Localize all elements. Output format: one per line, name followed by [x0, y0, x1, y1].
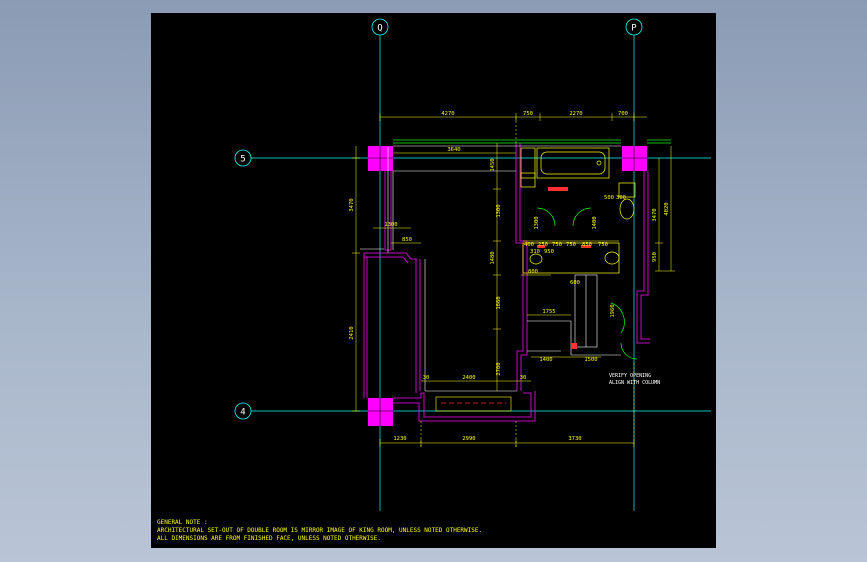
column-q5 — [368, 146, 393, 171]
grid-label-q: Q — [377, 24, 382, 34]
dim-small-1: 500 — [604, 195, 614, 201]
dim-vanity-1: 400 — [524, 242, 534, 248]
column-p5 — [622, 146, 647, 171]
dim-vanity-6: 750 — [598, 242, 608, 248]
dim-vanity-sub-1: 800 — [528, 269, 538, 275]
grid-label-p: P — [631, 24, 637, 34]
dim-small-4: 310 — [530, 249, 540, 255]
grid-label-4: 4 — [240, 408, 245, 418]
dim-corridor-2: 850 — [402, 237, 412, 243]
dim-lower-3: 30 — [520, 375, 527, 381]
dim-lower-2: 2400 — [462, 375, 475, 381]
dim-bottom-2: 2990 — [462, 436, 475, 442]
dim-small-6: 1400 — [592, 216, 598, 229]
dim-small-5: 1300 — [534, 216, 540, 229]
annotation-line-2: ALIGN WITH COLUMN — [609, 380, 660, 386]
dim-right-outer-1: 3470 — [652, 208, 658, 221]
dim-vanity-sub-2: 600 — [570, 280, 580, 286]
dim-small-3: 950 — [544, 249, 554, 255]
shower-tray — [520, 147, 536, 179]
dim-top-2: 750 — [523, 111, 533, 117]
dim-vanity-5: 850 — [582, 242, 592, 248]
dim-right-inner: 950 — [652, 252, 658, 262]
dim-vanity-3: 750 — [552, 242, 562, 248]
floor-plan-drawing: Q P 5 4 4270 750 2270 700 3640 1300 850 … — [234, 18, 711, 511]
bathtub — [536, 147, 610, 179]
dim-vanity-4: 750 — [566, 242, 576, 248]
dim-bottom-1: 1230 — [393, 436, 406, 442]
dim-left-lower: 2410 — [349, 326, 355, 339]
entry-corridor — [527, 320, 621, 356]
wall-bath-left — [515, 143, 524, 391]
cad-viewport[interactable]: Q P 5 4 4270 750 2270 700 3640 1300 850 … — [151, 13, 716, 548]
dim-top-3: 2270 — [569, 111, 582, 117]
notes-heading: GENERAL NOTE : — [157, 519, 208, 526]
dim-entry-3: 1500 — [584, 357, 597, 363]
wall-bottom — [393, 392, 532, 418]
dim-bath-v-5: 2700 — [496, 362, 502, 375]
dim-right-outer-2: 4020 — [664, 202, 670, 215]
dim-vanity-2: 250 — [538, 242, 548, 248]
wall-corridor — [364, 252, 417, 260]
dim-entry-2: 1400 — [539, 357, 552, 363]
desk — [435, 396, 512, 412]
grid-label-5: 5 — [240, 155, 245, 165]
dim-left-upper: 3470 — [349, 198, 355, 211]
dim-lower-1: 30 — [423, 375, 430, 381]
dim-top-4: 700 — [618, 111, 628, 117]
notes-line-1: ARCHITECTURAL SET-OUT OF DOUBLE ROOM IS … — [157, 527, 483, 534]
column-q4 — [368, 398, 393, 426]
dim-top-1: 4270 — [441, 111, 454, 117]
dim-bath-v-2: 1300 — [496, 204, 502, 217]
dim-bath-v-1: 1450 — [490, 158, 496, 171]
dim-bath-v-4: 1860 — [496, 296, 502, 309]
dim-small-2: 300 — [616, 195, 626, 201]
dim-room-width-label: 3640 — [447, 147, 460, 153]
dim-bath-v-3: 1480 — [490, 251, 496, 264]
annotation-line-1: VERIFY OPENING — [609, 373, 651, 379]
dim-entry-1: 1755 — [542, 309, 555, 315]
dim-bottom-3: 3730 — [568, 436, 581, 442]
notes-line-2: ALL DIMENSIONS ARE FROM FINISHED FACE, U… — [157, 535, 381, 542]
dim-closet: 1960 — [610, 304, 616, 317]
dim-corridor-1: 1300 — [384, 222, 397, 228]
